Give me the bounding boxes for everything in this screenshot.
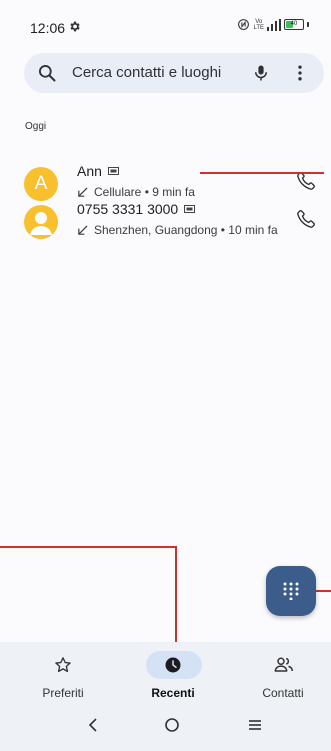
battery-icon: 40 [284, 19, 304, 30]
section-label-today: Oggi [25, 121, 47, 132]
tab-favorites[interactable]: Preferiti [8, 642, 118, 707]
person-placeholder-icon [30, 212, 52, 235]
call-log-item[interactable]: 0755 3331 3000 Shenzhen, Guangdong • 10 … [0, 201, 331, 261]
annotation-line-recents-h [0, 546, 176, 548]
tab-contacts-label: Contatti [262, 686, 304, 700]
search-input[interactable]: Cerca contatti e luoghi [72, 64, 221, 81]
search-bar[interactable]: Cerca contatti e luoghi [24, 53, 324, 93]
phone-call-icon[interactable] [296, 171, 316, 191]
volte-indicator: Vo LTE [253, 18, 264, 31]
home-icon[interactable] [164, 717, 180, 733]
incoming-call-arrow-icon [78, 224, 88, 235]
tab-contacts[interactable]: Contatti [228, 642, 331, 707]
phone-call-icon[interactable] [296, 209, 316, 229]
search-icon [39, 65, 56, 82]
dialpad-icon [283, 582, 299, 600]
call-name: Ann [77, 163, 119, 179]
back-icon[interactable] [86, 717, 100, 733]
call-detail: Cellulare • 9 min fa [77, 185, 195, 199]
annotation-line-call-row [200, 172, 324, 174]
star-icon [55, 657, 71, 673]
nfc-icon [238, 19, 250, 30]
avatar: A [24, 167, 58, 201]
status-time: 12:06 [30, 20, 66, 36]
sim-badge-icon [107, 167, 119, 175]
tab-recents-label: Recenti [151, 686, 195, 700]
system-navigation-bar [0, 707, 331, 751]
call-name: 0755 3331 3000 [77, 201, 196, 217]
status-icons: Vo LTE 40 [237, 18, 309, 31]
more-options-icon[interactable] [290, 63, 310, 83]
people-icon [274, 657, 293, 672]
call-detail: Shenzhen, Guangdong • 10 min fa [77, 223, 278, 237]
battery-level: 40 [290, 21, 298, 27]
menu-icon[interactable] [247, 717, 263, 733]
avatar [24, 205, 58, 239]
microphone-icon[interactable] [252, 63, 270, 83]
incoming-call-arrow-icon [78, 186, 88, 197]
clock-icon [165, 657, 181, 673]
tab-recents[interactable]: Recenti [118, 642, 228, 707]
dialpad-button[interactable] [266, 566, 316, 616]
sim-badge-icon [184, 205, 196, 213]
bottom-navigation: Preferiti Recenti Contatti [0, 642, 331, 707]
status-bar: 12:06 Vo LTE 40 [0, 0, 331, 54]
tab-favorites-label: Preferiti [42, 686, 84, 700]
settings-gear-icon [70, 21, 80, 32]
signal-icon [267, 18, 281, 31]
